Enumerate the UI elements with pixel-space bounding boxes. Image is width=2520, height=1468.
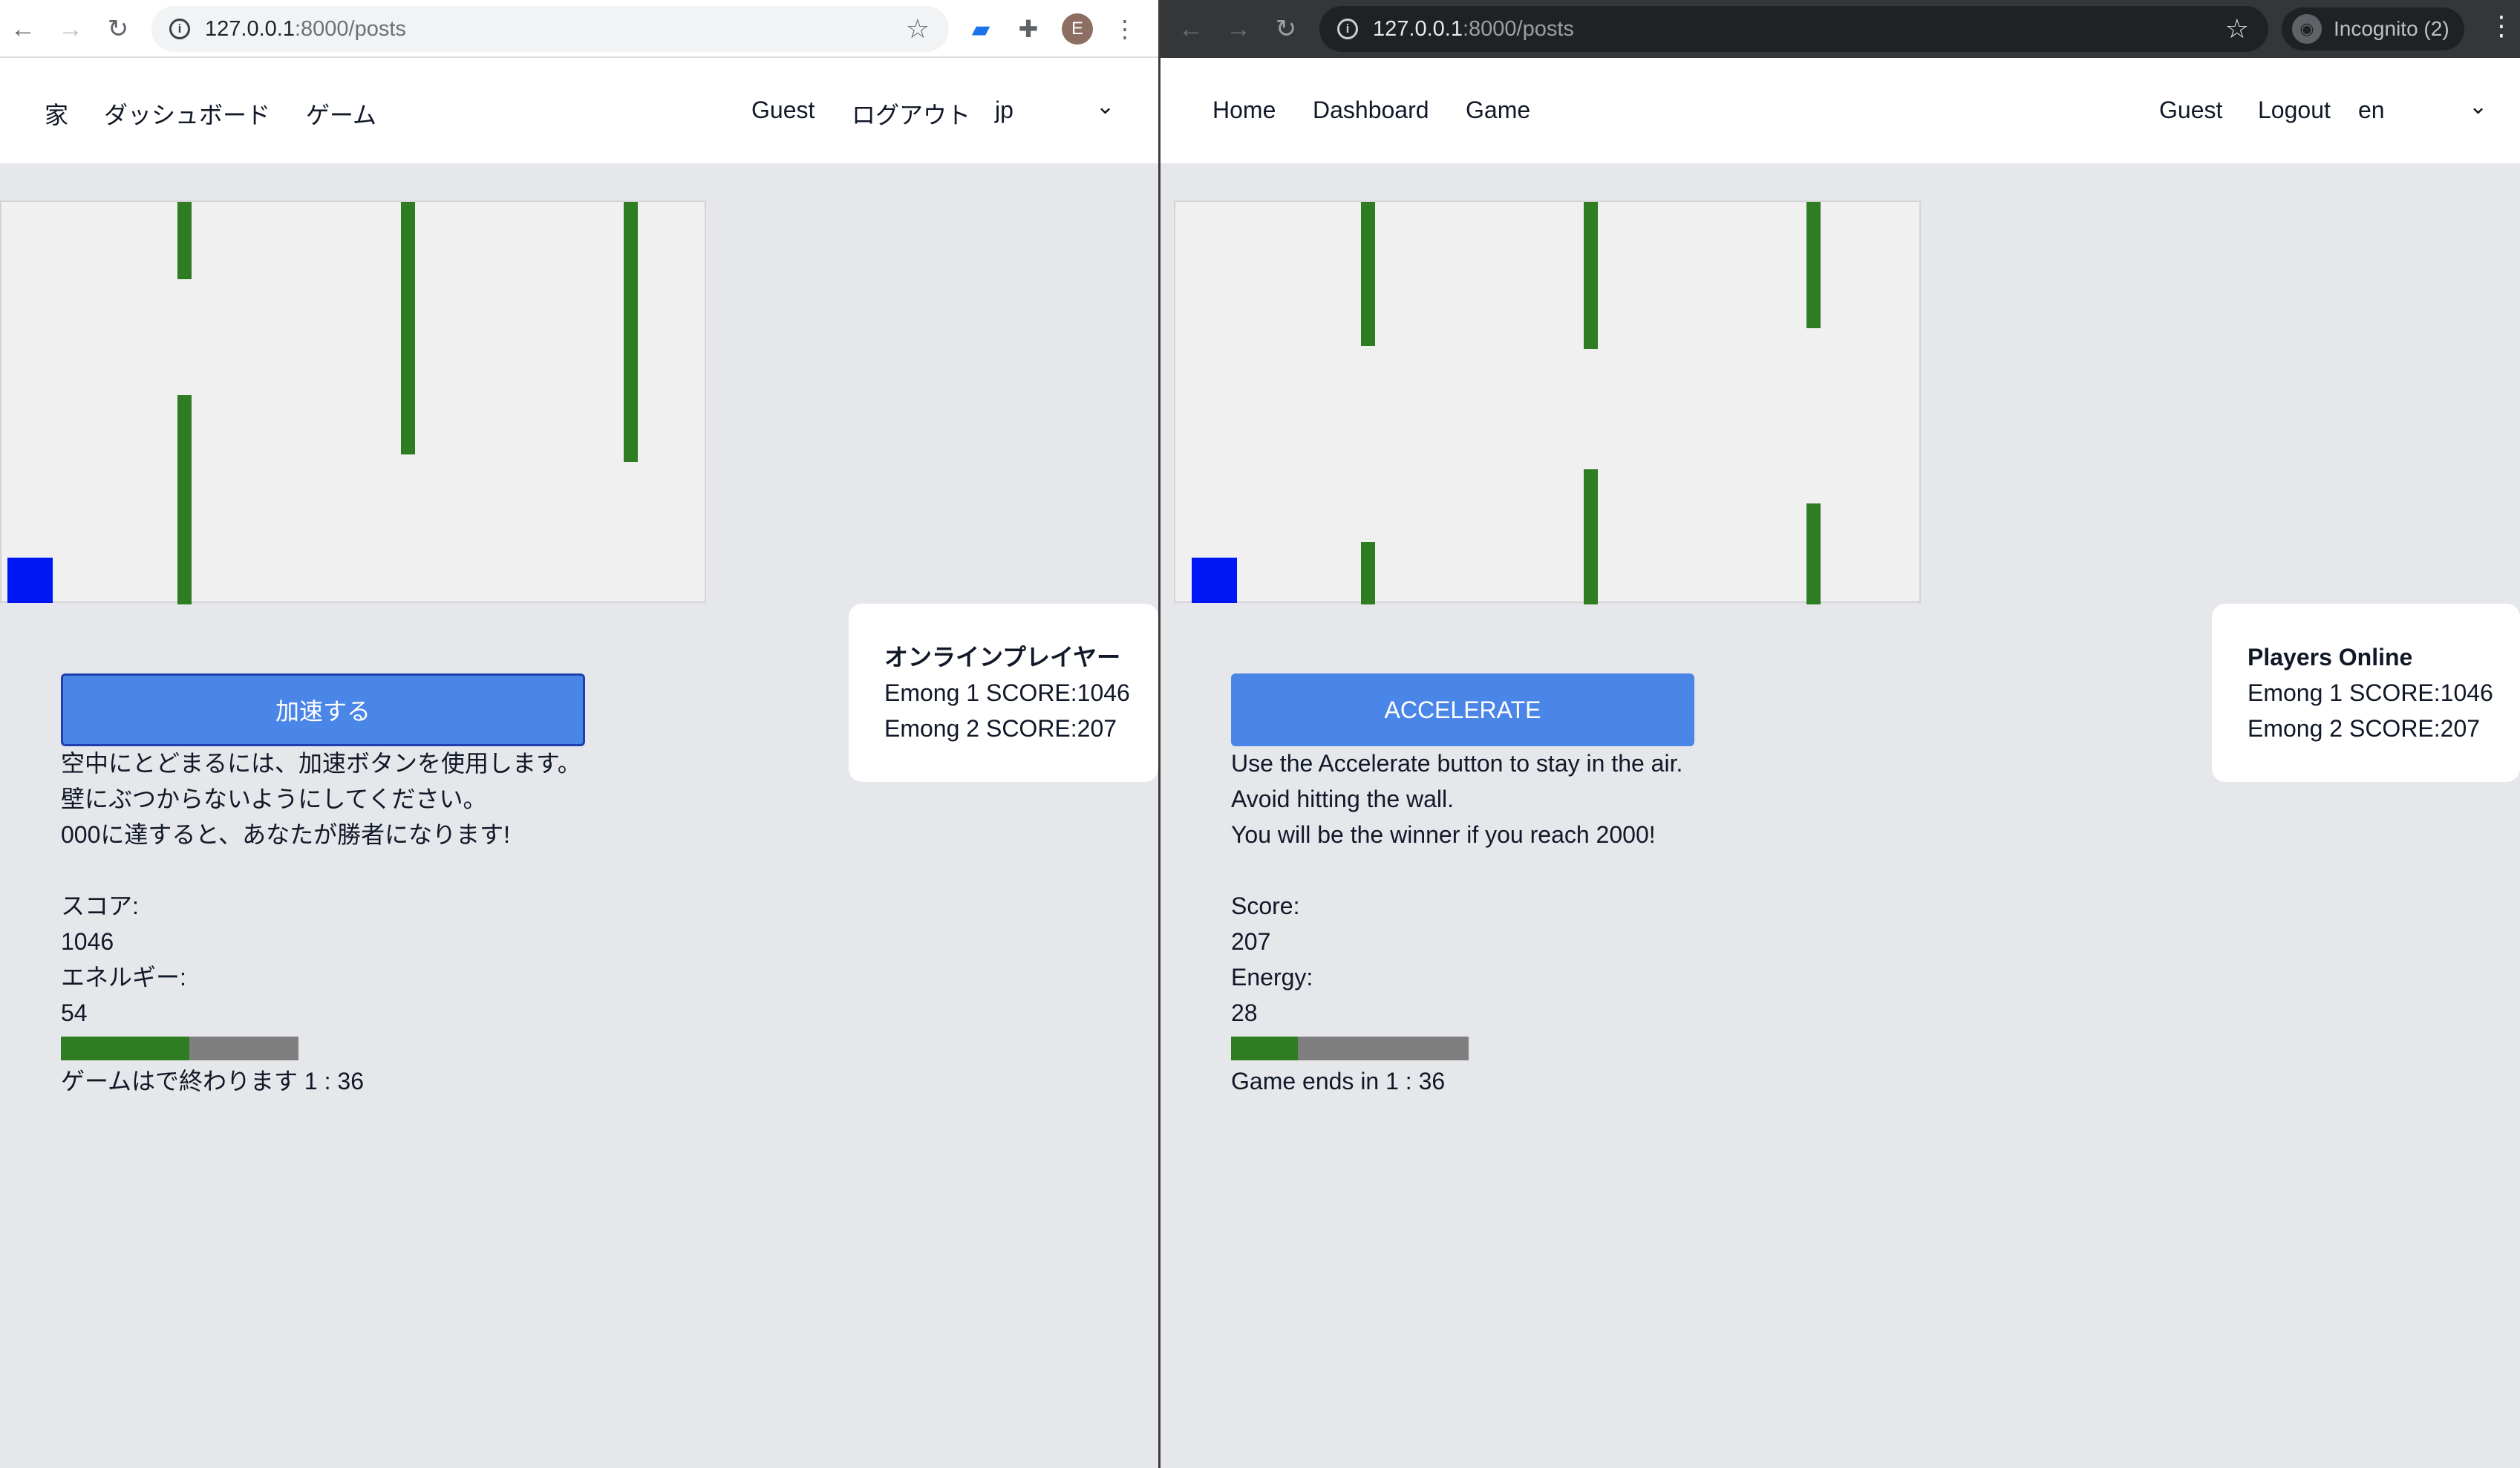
game-info: 空中にとどまるには、加速ボタンを使用します。 壁にぶつからないようにしてください… bbox=[61, 746, 581, 1099]
score-value: 1046 bbox=[61, 928, 114, 955]
browser-window-right: ← → ↻ i 127.0.0.1:8000/posts ☆ ◉ Incogni… bbox=[1161, 0, 2520, 1468]
player-entry: Emong 1 SCORE:1046 bbox=[2248, 679, 2493, 706]
url-host: 127.0.0.1 bbox=[205, 16, 295, 41]
pipe-bottom bbox=[1361, 542, 1375, 604]
players-online-panel: オンラインプレイヤー Emong 1 SCORE:1046 Emong 2 SC… bbox=[849, 604, 1158, 782]
pipe-bottom bbox=[1584, 469, 1598, 604]
player-entry: Emong 2 SCORE:207 bbox=[2248, 715, 2481, 742]
star-icon[interactable]: ☆ bbox=[2225, 13, 2249, 45]
reload-icon[interactable]: ↻ bbox=[99, 10, 137, 48]
forward-arrow-icon[interactable]: → bbox=[1220, 10, 1257, 48]
game-timer: Game ends in 1 : 36 bbox=[1231, 1068, 1446, 1095]
energy-bar-fill bbox=[1231, 1037, 1298, 1060]
nav-home[interactable]: 家 bbox=[45, 97, 68, 131]
pipe-top bbox=[1584, 202, 1598, 349]
address-bar[interactable]: i 127.0.0.1:8000/posts ☆ bbox=[1319, 6, 2268, 52]
navbar: Home Dashboard Game Guest Logout en ⌄ bbox=[1161, 58, 2520, 163]
back-arrow-icon[interactable]: ← bbox=[1172, 10, 1210, 48]
game-canvas[interactable] bbox=[1174, 200, 1921, 604]
browser-window-left: ← → ↻ i 127.0.0.1:8000/posts ☆ ▰ ✚ E ⋮ 家… bbox=[0, 0, 1158, 1468]
accelerate-button[interactable]: ACCELERATE bbox=[1231, 673, 1694, 746]
extension-icon[interactable]: ▰ bbox=[964, 12, 998, 46]
chevron-down-icon[interactable]: ⌄ bbox=[1096, 94, 1114, 120]
player-entry: Emong 1 SCORE:1046 bbox=[884, 679, 1130, 706]
language-select[interactable]: en bbox=[2358, 97, 2385, 124]
language-select[interactable]: jp bbox=[995, 97, 1013, 124]
url-host: 127.0.0.1 bbox=[1373, 16, 1463, 41]
player-square bbox=[1192, 558, 1237, 603]
kebab-menu-icon[interactable]: ⋮ bbox=[1108, 12, 1142, 46]
nav-user: Guest bbox=[751, 97, 815, 123]
nav-dashboard[interactable]: ダッシュボード bbox=[104, 97, 270, 131]
game-info: Use the Accelerate button to stay in the… bbox=[1231, 746, 1682, 1099]
energy-label: Energy: bbox=[1231, 964, 1313, 991]
pipe-top bbox=[401, 202, 415, 454]
nav-home[interactable]: Home bbox=[1212, 97, 1276, 124]
instruction-line: 000に達すると、あなたが勝者になります! bbox=[61, 821, 511, 848]
reload-icon[interactable]: ↻ bbox=[1267, 10, 1305, 48]
score-label: スコア: bbox=[61, 893, 139, 919]
back-arrow-icon[interactable]: ← bbox=[4, 10, 42, 48]
nav-logout[interactable]: ログアウト bbox=[852, 97, 970, 131]
navbar: 家 ダッシュボード ゲーム Guest ログアウト jp ⌄ bbox=[0, 58, 1158, 163]
energy-bar bbox=[1231, 1037, 1469, 1060]
energy-bar bbox=[61, 1037, 298, 1060]
address-bar[interactable]: i 127.0.0.1:8000/posts ☆ bbox=[151, 6, 949, 52]
energy-value: 54 bbox=[61, 999, 88, 1026]
puzzle-icon[interactable]: ✚ bbox=[1011, 12, 1045, 46]
score-label: Score: bbox=[1231, 893, 1300, 919]
instruction-line: You will be the winner if you reach 2000… bbox=[1231, 821, 1656, 848]
info-icon[interactable]: i bbox=[1337, 19, 1358, 39]
pipe-top bbox=[177, 202, 192, 279]
energy-bar-fill bbox=[61, 1037, 189, 1060]
pipe-top bbox=[1806, 202, 1821, 328]
incognito-label: Incognito (2) bbox=[2334, 17, 2449, 40]
players-online-panel: Players Online Emong 1 SCORE:1046 Emong … bbox=[2212, 604, 2520, 782]
nav-user: Guest bbox=[2159, 97, 2223, 123]
instruction-line: Avoid hitting the wall. bbox=[1231, 786, 1455, 812]
nav-dashboard[interactable]: Dashboard bbox=[1313, 97, 1429, 124]
player-square bbox=[7, 558, 53, 603]
accelerate-button[interactable]: 加速する bbox=[61, 673, 585, 746]
instruction-line: 空中にとどまるには、加速ボタンを使用します。 bbox=[61, 750, 581, 777]
score-value: 207 bbox=[1231, 928, 1271, 955]
instruction-line: 壁にぶつからないようにしてください。 bbox=[61, 786, 487, 812]
energy-value: 28 bbox=[1231, 999, 1258, 1026]
nav-game[interactable]: ゲーム bbox=[306, 97, 376, 131]
browser-toolbar: ← → ↻ i 127.0.0.1:8000/posts ☆ ▰ ✚ E ⋮ bbox=[0, 0, 1158, 58]
pipe-bottom bbox=[177, 395, 192, 604]
energy-label: エネルギー: bbox=[61, 964, 186, 991]
player-entry: Emong 2 SCORE:207 bbox=[884, 715, 1117, 742]
nav-logout[interactable]: Logout bbox=[2258, 97, 2331, 124]
pipe-top bbox=[624, 202, 638, 462]
browser-toolbar-incognito: ← → ↻ i 127.0.0.1:8000/posts ☆ ◉ Incogni… bbox=[1161, 0, 2520, 58]
avatar[interactable]: E bbox=[1062, 13, 1093, 45]
incognito-icon: ◉ bbox=[2292, 14, 2322, 44]
nav-game[interactable]: Game bbox=[1466, 97, 1530, 124]
players-online-title: Players Online bbox=[2248, 644, 2413, 671]
pipe-bottom bbox=[1806, 503, 1821, 604]
pipe-top bbox=[1361, 202, 1375, 346]
url-path: :8000/posts bbox=[294, 16, 406, 41]
chevron-down-icon[interactable]: ⌄ bbox=[2469, 94, 2487, 120]
url-path: :8000/posts bbox=[1462, 16, 1574, 41]
game-timer: ゲームはで終わります 1 : 36 bbox=[61, 1068, 364, 1095]
info-icon[interactable]: i bbox=[169, 19, 190, 39]
instruction-line: Use the Accelerate button to stay in the… bbox=[1231, 750, 1683, 777]
players-online-title: オンラインプレイヤー bbox=[884, 644, 1121, 671]
game-canvas[interactable] bbox=[0, 200, 706, 604]
incognito-badge[interactable]: ◉ Incognito (2) bbox=[2282, 7, 2464, 50]
forward-arrow-icon[interactable]: → bbox=[52, 10, 89, 48]
star-icon[interactable]: ☆ bbox=[906, 13, 930, 45]
kebab-menu-icon[interactable]: ⋮ bbox=[2488, 10, 2515, 42]
